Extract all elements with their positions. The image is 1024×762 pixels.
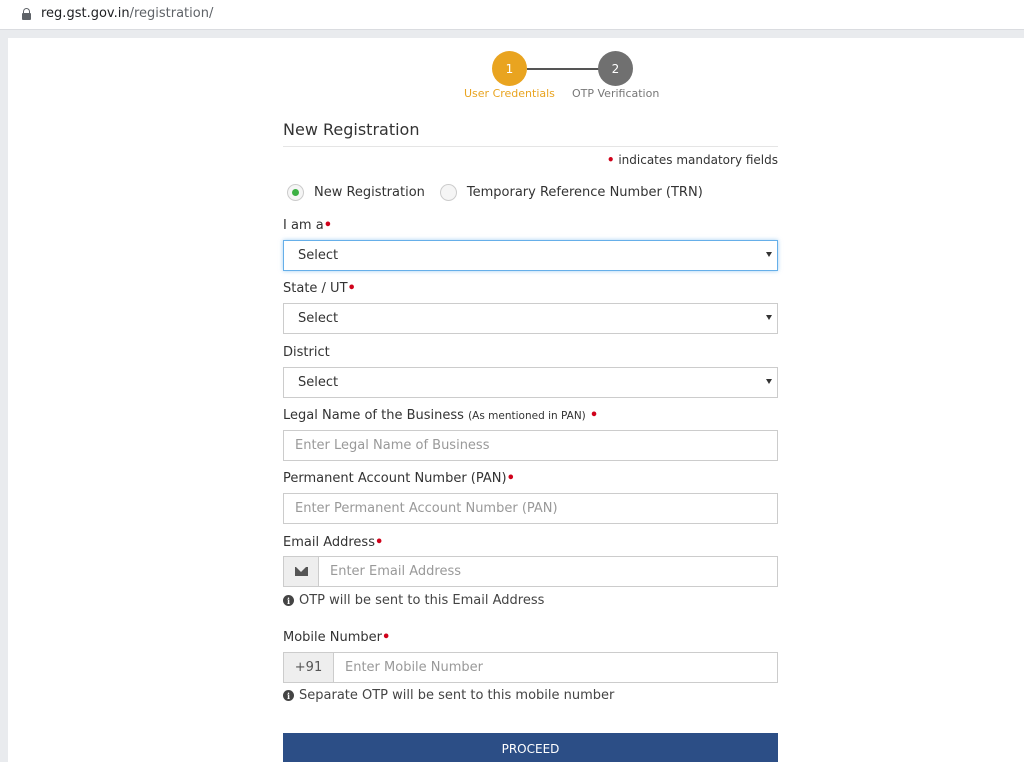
browser-address-bar[interactable]: reg.gst.gov.in/registration/ <box>0 0 1024 30</box>
url-path: /registration/ <box>129 6 214 21</box>
trn-radio[interactable] <box>439 184 457 201</box>
mobile-input[interactable]: Enter Mobile Number <box>334 653 777 682</box>
title-divider <box>283 146 778 147</box>
info-icon: i <box>283 595 294 606</box>
mandatory-note: • indicates mandatory fields <box>607 153 778 167</box>
district-select-value: Select <box>298 375 339 390</box>
legal-name-label-note: (As mentioned in PAN) <box>468 410 586 422</box>
mobile-label: Mobile Number• <box>283 630 390 645</box>
district-label: District <box>283 345 330 360</box>
email-label-text: Email Address <box>283 535 375 550</box>
info-icon: i <box>283 690 294 701</box>
pan-input[interactable]: Enter Permanent Account Number (PAN) <box>283 493 778 524</box>
stepper-connector <box>527 68 599 70</box>
required-marker: • <box>347 281 356 296</box>
mobile-hint: i Separate OTP will be sent to this mobil… <box>283 688 614 703</box>
dropdown-caret-icon <box>766 252 772 257</box>
email-input-group: Enter Email Address <box>283 556 778 587</box>
step-2-label: OTP Verification <box>572 87 660 100</box>
trn-radio-label[interactable]: Temporary Reference Number (TRN) <box>467 185 703 200</box>
new-registration-radio[interactable] <box>287 184 304 201</box>
step-2-indicator: 2 <box>598 51 633 86</box>
new-registration-radio-label[interactable]: New Registration <box>314 185 425 200</box>
step-1-indicator: 1 <box>492 51 527 86</box>
pan-label-text: Permanent Account Number (PAN) <box>283 471 507 486</box>
legal-name-label: Legal Name of the Business (As mentioned… <box>283 408 598 423</box>
url-text[interactable]: reg.gst.gov.in/registration/ <box>41 6 213 21</box>
country-code-prefix: +91 <box>284 653 334 682</box>
state-label-text: State / UT <box>283 281 348 296</box>
required-marker: • <box>589 408 599 423</box>
district-select[interactable]: Select <box>283 367 778 398</box>
dropdown-caret-icon <box>766 315 772 320</box>
email-addon <box>284 557 319 586</box>
email-label: Email Address• <box>283 535 383 550</box>
pan-label: Permanent Account Number (PAN)• <box>283 471 515 486</box>
email-hint-text: OTP will be sent to this Email Address <box>299 593 545 608</box>
mobile-input-group: +91 Enter Mobile Number <box>283 652 778 683</box>
form-title: New Registration <box>283 120 420 139</box>
i-am-a-label: I am a• <box>283 218 332 233</box>
email-input[interactable]: Enter Email Address <box>319 557 777 586</box>
registration-type-radio-group: New Registration Temporary Reference Num… <box>287 184 718 201</box>
state-label: State / UT• <box>283 281 356 296</box>
email-hint: i OTP will be sent to this Email Address <box>283 593 544 608</box>
required-marker: • <box>382 630 391 645</box>
dropdown-caret-icon <box>766 379 772 384</box>
legal-name-label-text: Legal Name of the Business <box>283 408 464 423</box>
i-am-a-label-text: I am a <box>283 218 324 233</box>
state-select[interactable]: Select <box>283 303 778 334</box>
required-marker: • <box>606 153 615 167</box>
step-1-label: User Credentials <box>464 87 555 100</box>
required-marker: • <box>506 471 515 486</box>
envelope-icon <box>294 567 308 576</box>
mobile-label-text: Mobile Number <box>283 630 382 645</box>
i-am-a-select-value: Select <box>298 248 339 263</box>
required-marker: • <box>374 535 384 550</box>
required-marker: • <box>323 218 333 233</box>
mandatory-note-text: indicates mandatory fields <box>618 153 778 167</box>
legal-name-input[interactable]: Enter Legal Name of Business <box>283 430 778 461</box>
lock-icon[interactable] <box>22 8 31 20</box>
url-host: reg.gst.gov.in <box>41 6 130 21</box>
state-select-value: Select <box>298 311 339 326</box>
proceed-button[interactable]: PROCEED <box>283 733 778 762</box>
mobile-hint-text: Separate OTP will be sent to this mobile… <box>299 688 615 703</box>
i-am-a-select[interactable]: Select <box>283 240 778 271</box>
